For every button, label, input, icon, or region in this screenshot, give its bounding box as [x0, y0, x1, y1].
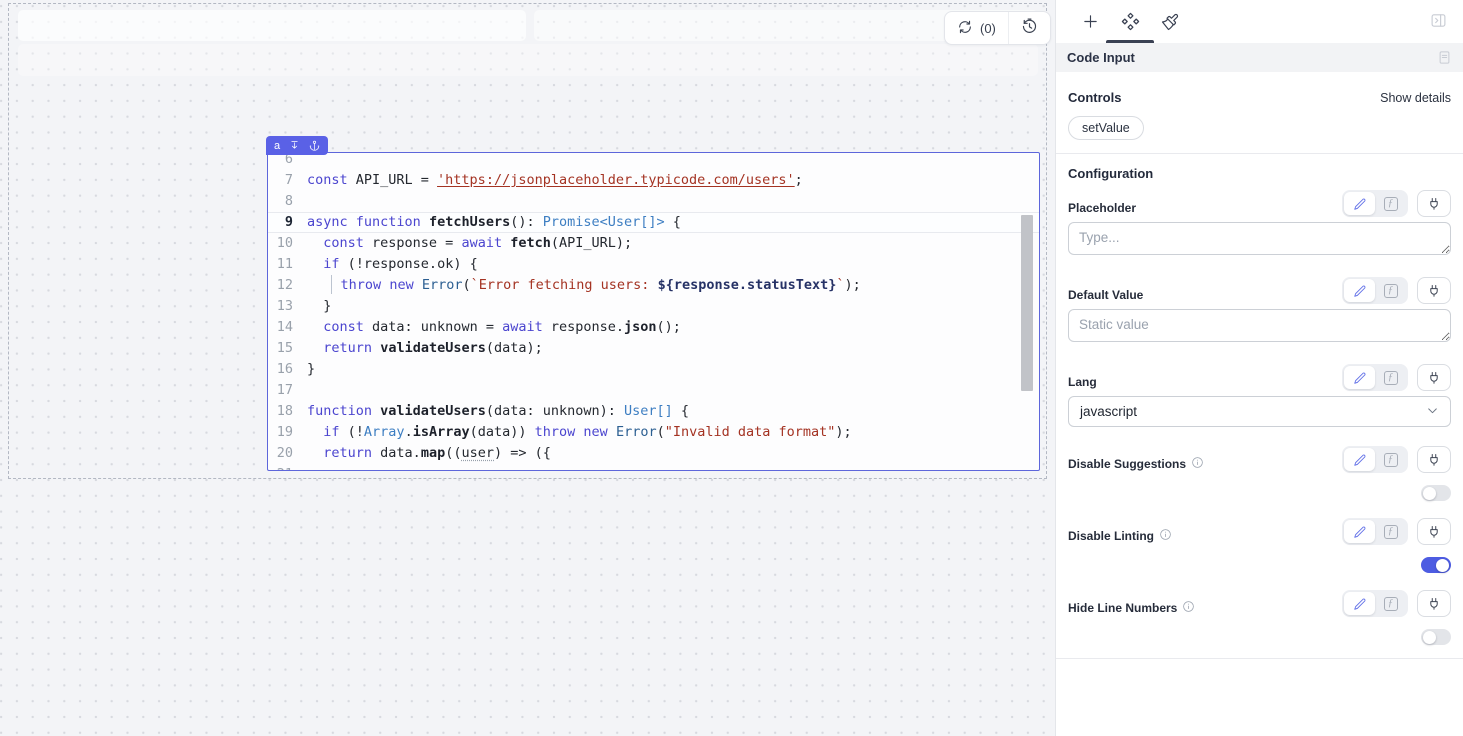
- code-lines[interactable]: 67const API_URL = 'https://jsonplacehold…: [268, 152, 1039, 471]
- field-disable-suggestions-head: Disable Suggestions ƒ: [1068, 446, 1451, 473]
- inspector-panel: Code Input Controls Show details setValu…: [1055, 0, 1463, 736]
- section-divider: [1056, 658, 1463, 659]
- hide-line-numbers-toggle[interactable]: [1421, 629, 1451, 645]
- code-line[interactable]: 19 if (!Array.isArray(data)) throw new E…: [268, 422, 1039, 443]
- lang-select[interactable]: javascript: [1068, 396, 1451, 427]
- hide-line-numbers-label: Hide Line Numbers: [1068, 592, 1195, 616]
- section-divider: [1056, 153, 1463, 154]
- connect-data-button[interactable]: [1417, 518, 1451, 545]
- code-input-widget[interactable]: 67const API_URL = 'https://jsonplacehold…: [267, 152, 1040, 471]
- info-icon[interactable]: [1182, 600, 1195, 616]
- history-icon: [1021, 18, 1038, 38]
- widget-name-label: a: [274, 140, 280, 152]
- field-default-value-head: Default Value ƒ: [1068, 277, 1451, 304]
- history-button[interactable]: [1008, 12, 1050, 44]
- editor-canvas[interactable]: (0) a 67const API_URL = 'https://jsonpla…: [0, 0, 1055, 736]
- refresh-icon: [957, 19, 973, 38]
- code-line[interactable]: 15 return validateUsers(data);: [268, 338, 1039, 359]
- edit-mode-button[interactable]: [1344, 448, 1375, 471]
- code-line[interactable]: 20 return data.map((user) => ({: [268, 443, 1039, 464]
- code-line[interactable]: 14 const data: unknown = await response.…: [268, 317, 1039, 338]
- fx-mode-button[interactable]: ƒ: [1375, 192, 1406, 215]
- edit-mode-button[interactable]: [1344, 279, 1375, 302]
- tab-styles[interactable]: [1150, 0, 1190, 43]
- component-title: Code Input: [1067, 50, 1135, 65]
- default-value-input[interactable]: [1068, 309, 1451, 342]
- refresh-count: (0): [980, 21, 996, 36]
- field-lang-head: Lang ƒ: [1068, 364, 1451, 391]
- edit-mode-button[interactable]: [1344, 592, 1375, 615]
- lang-select-value: javascript: [1080, 404, 1137, 419]
- code-line[interactable]: 21: [268, 464, 1039, 472]
- info-icon[interactable]: [1191, 456, 1204, 472]
- edit-mode-button[interactable]: [1344, 366, 1375, 389]
- canvas-action-bar: (0): [944, 11, 1051, 45]
- fx-mode-button[interactable]: ƒ: [1375, 448, 1406, 471]
- field-placeholder-head: Placeholder ƒ: [1068, 190, 1451, 217]
- disable-linting-label: Disable Linting: [1068, 520, 1172, 544]
- code-line[interactable]: 11 if (!response.ok) {: [268, 254, 1039, 275]
- field-hide-line-numbers-head: Hide Line Numbers ƒ: [1068, 590, 1451, 617]
- inspector-tabbar: [1056, 0, 1463, 43]
- placeholder-input[interactable]: [1068, 222, 1451, 255]
- code-line[interactable]: 7const API_URL = 'https://jsonplaceholde…: [268, 170, 1039, 191]
- info-icon[interactable]: [1159, 528, 1172, 544]
- configuration-section-title: Configuration: [1068, 166, 1451, 181]
- code-line[interactable]: 9async function fetchUsers(): Promise<Us…: [268, 212, 1039, 233]
- chevron-down-icon: [1426, 404, 1439, 420]
- refresh-button[interactable]: (0): [945, 12, 1008, 44]
- binding-mode-switch: ƒ: [1342, 190, 1408, 217]
- connect-data-button[interactable]: [1417, 590, 1451, 617]
- empty-widget-slot-3[interactable]: [18, 44, 1038, 76]
- edit-mode-button[interactable]: [1344, 520, 1375, 543]
- code-line[interactable]: 6: [268, 152, 1039, 170]
- code-line[interactable]: 10 const response = await fetch(API_URL)…: [268, 233, 1039, 254]
- tab-add[interactable]: [1070, 0, 1110, 43]
- disable-suggestions-toggle[interactable]: [1421, 485, 1451, 501]
- code-line[interactable]: 8: [268, 191, 1039, 212]
- placeholder-label: Placeholder: [1068, 193, 1136, 215]
- fx-mode-button[interactable]: ƒ: [1375, 279, 1406, 302]
- field-disable-linting-head: Disable Linting ƒ: [1068, 518, 1451, 545]
- edit-mode-button[interactable]: [1344, 192, 1375, 215]
- code-line[interactable]: 16}: [268, 359, 1039, 380]
- fx-mode-button[interactable]: ƒ: [1375, 592, 1406, 615]
- binding-mode-switch: ƒ: [1342, 590, 1408, 617]
- connect-data-button[interactable]: [1417, 277, 1451, 304]
- empty-widget-slot-1[interactable]: [18, 10, 526, 41]
- binding-mode-switch: ƒ: [1342, 364, 1408, 391]
- controls-section-title: Controls: [1068, 90, 1121, 105]
- binding-mode-switch: ƒ: [1342, 277, 1408, 304]
- component-header: Code Input: [1056, 43, 1463, 72]
- code-line[interactable]: 18function validateUsers(data: unknown):…: [268, 401, 1039, 422]
- panel-content: Controls Show details setValue Configura…: [1056, 72, 1463, 736]
- show-details-button[interactable]: Show details: [1380, 91, 1451, 105]
- collapse-panel-button[interactable]: [1428, 10, 1449, 34]
- binding-mode-switch: ƒ: [1342, 518, 1408, 545]
- disable-linting-toggle[interactable]: [1421, 557, 1451, 573]
- fx-mode-button[interactable]: ƒ: [1375, 520, 1406, 543]
- tab-components[interactable]: [1110, 0, 1150, 43]
- disable-suggestions-label: Disable Suggestions: [1068, 448, 1204, 472]
- code-line[interactable]: 17: [268, 380, 1039, 401]
- connect-data-button[interactable]: [1417, 364, 1451, 391]
- editor-scrollbar-thumb[interactable]: [1021, 215, 1033, 391]
- fx-mode-button[interactable]: ƒ: [1375, 366, 1406, 389]
- connect-data-button[interactable]: [1417, 190, 1451, 217]
- docs-icon[interactable]: [1437, 50, 1452, 65]
- send-down-icon[interactable]: [289, 140, 300, 151]
- connect-data-button[interactable]: [1417, 446, 1451, 473]
- code-line[interactable]: 13 }: [268, 296, 1039, 317]
- widget-name-chip[interactable]: a: [266, 136, 328, 155]
- lang-label: Lang: [1068, 367, 1097, 389]
- anchor-icon[interactable]: [309, 140, 320, 151]
- binding-mode-switch: ƒ: [1342, 446, 1408, 473]
- default-value-label: Default Value: [1068, 280, 1143, 302]
- code-line[interactable]: 12 throw new Error(`Error fetching users…: [268, 275, 1039, 296]
- setvalue-action-chip[interactable]: setValue: [1068, 116, 1144, 140]
